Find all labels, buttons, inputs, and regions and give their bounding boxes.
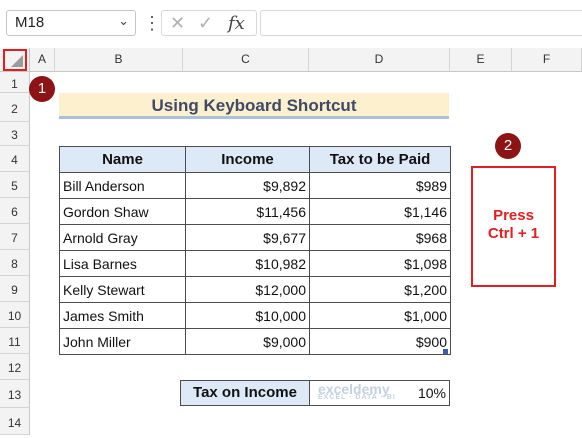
cell-name[interactable]: Gordon Shaw	[59, 198, 186, 225]
formula-bar: M18 ⌄ ⋮ ✕ ✓ fx	[0, 0, 582, 44]
header-tax[interactable]: Tax to be Paid	[309, 146, 451, 173]
cell-tax[interactable]: $1,146	[309, 198, 451, 225]
chevron-down-icon[interactable]: ⌄	[118, 13, 129, 29]
select-all-triangle-icon	[11, 55, 23, 67]
shortcut-callout: Press Ctrl + 1	[471, 166, 556, 287]
table-row: James Smith $10,000 $1,000	[59, 302, 451, 329]
cell-tax[interactable]: $989	[309, 172, 451, 199]
table-row: Arnold Gray $9,677 $968	[59, 224, 451, 251]
insert-function-icon[interactable]: fx	[228, 13, 245, 34]
cell-income[interactable]: $12,000	[185, 276, 310, 303]
cell-name[interactable]: Bill Anderson	[59, 172, 186, 199]
cell-name[interactable]: John Miller	[59, 328, 186, 355]
formula-input[interactable]	[260, 10, 582, 36]
enter-icon[interactable]: ✓	[198, 13, 213, 34]
row-header-2[interactable]: 2	[0, 93, 30, 122]
row-header-5[interactable]: 5	[0, 172, 30, 198]
cell-tax[interactable]: $968	[309, 224, 451, 251]
watermark-tagline: EXCEL · DATA · BI	[318, 394, 396, 401]
cell-name[interactable]: James Smith	[59, 302, 186, 329]
step-2-badge: 2	[495, 133, 521, 159]
table-header-row: Name Income Tax to be Paid	[59, 146, 451, 173]
table-row: Kelly Stewart $12,000 $1,200	[59, 276, 451, 303]
cell-tax[interactable]: $1,200	[309, 276, 451, 303]
row-header-7[interactable]: 7	[0, 224, 30, 250]
callout-line-2: Ctrl + 1	[487, 225, 540, 242]
cell-income[interactable]: $9,000	[185, 328, 310, 355]
cell-tax[interactable]: $900	[309, 328, 451, 355]
cell-income[interactable]: $11,456	[185, 198, 310, 225]
income-tax-table: Name Income Tax to be Paid Bill Anderson…	[59, 146, 451, 355]
row-header-14[interactable]: 14	[0, 408, 30, 435]
column-header-a[interactable]: A	[30, 48, 55, 72]
sheet-title: Using Keyboard Shortcut	[59, 93, 449, 119]
cell-income[interactable]: $9,677	[185, 224, 310, 251]
column-header-c[interactable]: C	[183, 48, 309, 72]
cell-tax[interactable]: $1,098	[309, 250, 451, 277]
header-income[interactable]: Income	[185, 146, 310, 173]
fill-handle[interactable]	[443, 349, 448, 354]
row-header-4[interactable]: 4	[0, 146, 30, 172]
cell-name[interactable]: Kelly Stewart	[59, 276, 186, 303]
cell-income[interactable]: $10,000	[185, 302, 310, 329]
watermark-logo: exceldemy EXCEL · DATA · BI	[318, 381, 396, 401]
select-all-button[interactable]	[3, 49, 27, 71]
row-header-12[interactable]: 12	[0, 354, 30, 380]
header-name[interactable]: Name	[59, 146, 186, 173]
row-header-6[interactable]: 6	[0, 198, 30, 224]
table-row: John Miller $9,000 $900	[59, 328, 451, 355]
more-options-icon[interactable]: ⋮	[143, 14, 161, 33]
row-header-8[interactable]: 8	[0, 250, 30, 276]
cancel-icon[interactable]: ✕	[170, 13, 185, 34]
column-header-b[interactable]: B	[55, 48, 183, 72]
row-header-10[interactable]: 10	[0, 302, 30, 328]
name-box-value: M18	[15, 14, 45, 31]
step-1-badge: 1	[29, 76, 55, 102]
table-row: Gordon Shaw $11,456 $1,146	[59, 198, 451, 225]
cell-tax[interactable]: $1,000	[309, 302, 451, 329]
column-header-e[interactable]: E	[450, 48, 512, 72]
callout-line-1: Press	[493, 207, 534, 224]
row-header-3[interactable]: 3	[0, 122, 30, 146]
table-row: Bill Anderson $9,892 $989	[59, 172, 451, 199]
row-header-9[interactable]: 9	[0, 276, 30, 302]
row-header-1[interactable]: 1	[0, 72, 30, 93]
cell-name[interactable]: Arnold Gray	[59, 224, 186, 251]
cell-name[interactable]: Lisa Barnes	[59, 250, 186, 277]
row-header-13[interactable]: 13	[0, 380, 30, 408]
name-box[interactable]: M18 ⌄	[6, 10, 136, 36]
row-header-11[interactable]: 11	[0, 328, 30, 354]
column-header-f[interactable]: F	[512, 48, 582, 72]
cell-income[interactable]: $9,892	[185, 172, 310, 199]
tax-rate-label[interactable]: Tax on Income	[180, 380, 310, 406]
column-header-d[interactable]: D	[309, 48, 450, 72]
formula-buttons: ✕ ✓ fx	[161, 10, 257, 36]
table-row: Lisa Barnes $10,982 $1,098	[59, 250, 451, 277]
cell-income[interactable]: $10,982	[185, 250, 310, 277]
